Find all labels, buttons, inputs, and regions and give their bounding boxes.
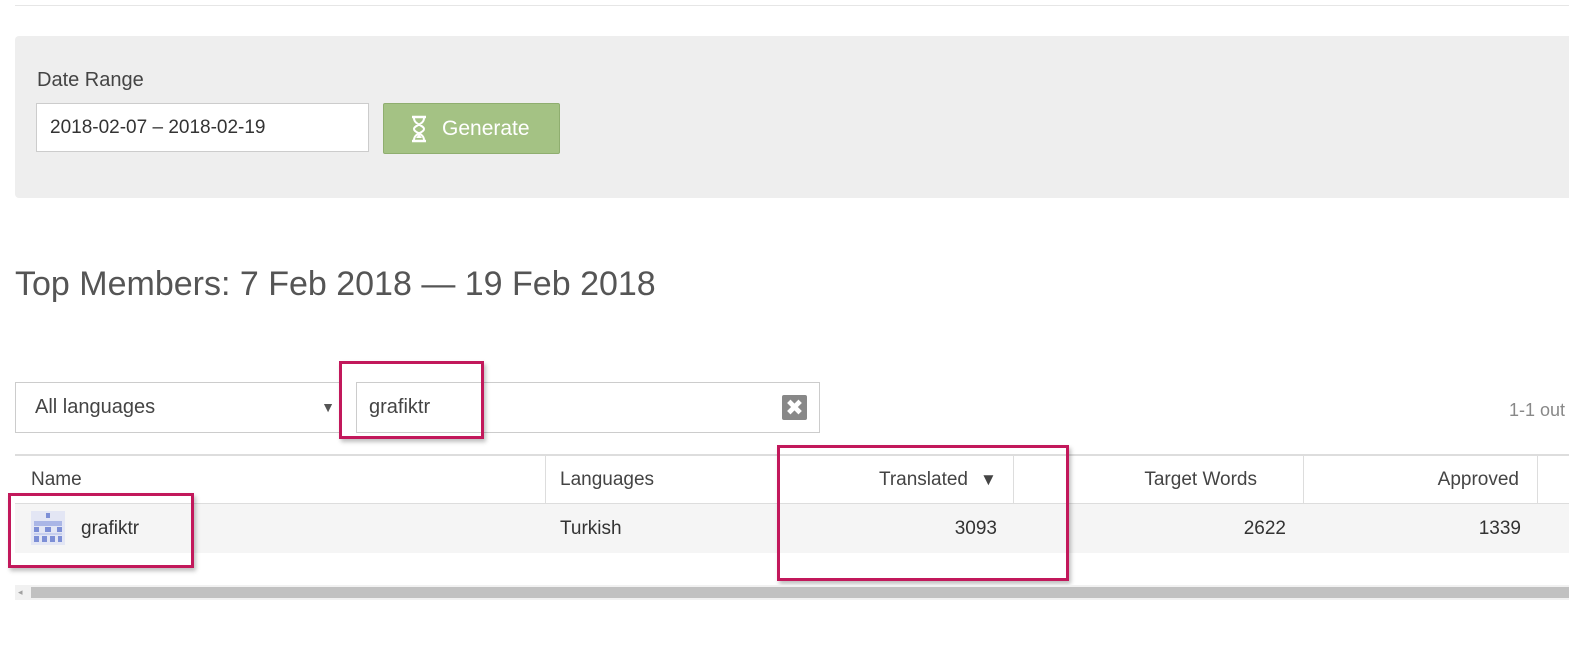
member-name-link[interactable]: grafiktr xyxy=(81,504,139,553)
scroll-left-icon[interactable]: ◂ xyxy=(18,585,23,600)
column-divider xyxy=(1537,456,1538,504)
sort-desc-icon[interactable]: ▼ xyxy=(980,456,997,504)
approved-value: 1339 xyxy=(1478,518,1521,539)
member-search-input[interactable]: grafiktr ✖ xyxy=(356,382,820,433)
date-range-input[interactable]: 2018-02-07 – 2018-02-19 xyxy=(36,103,369,152)
translated-value: 3093 xyxy=(954,518,997,539)
column-header-target-words[interactable]: Target Words xyxy=(1014,456,1257,504)
column-header-languages[interactable]: Languages xyxy=(560,456,654,504)
target-words-value: 2622 xyxy=(1243,518,1286,539)
generate-label: Generate xyxy=(442,116,530,140)
search-value: grafiktr xyxy=(369,396,431,418)
date-range-label: Date Range xyxy=(37,69,144,91)
dropdown-caret-icon: ▼ xyxy=(321,399,335,415)
column-divider xyxy=(545,456,546,504)
column-header-translated[interactable]: Translated xyxy=(780,456,968,504)
hourglass-icon xyxy=(410,115,428,143)
clear-icon[interactable]: ✖ xyxy=(782,395,807,420)
top-divider xyxy=(15,5,1569,6)
member-languages: Turkish xyxy=(560,518,622,539)
generate-button[interactable]: Generate xyxy=(383,103,560,154)
column-header-approved[interactable]: Approved xyxy=(1304,456,1519,504)
scrollbar-thumb[interactable] xyxy=(31,587,1569,598)
column-header-name[interactable]: Name xyxy=(31,456,82,504)
identicon-avatar[interactable] xyxy=(31,511,65,545)
pagination-info: 1-1 out xyxy=(1509,400,1566,420)
page-title: Top Members: 7 Feb 2018 — 19 Feb 2018 xyxy=(15,265,656,303)
language-select-value: All languages xyxy=(35,396,156,418)
language-select[interactable]: All languages ▼ xyxy=(15,382,341,433)
